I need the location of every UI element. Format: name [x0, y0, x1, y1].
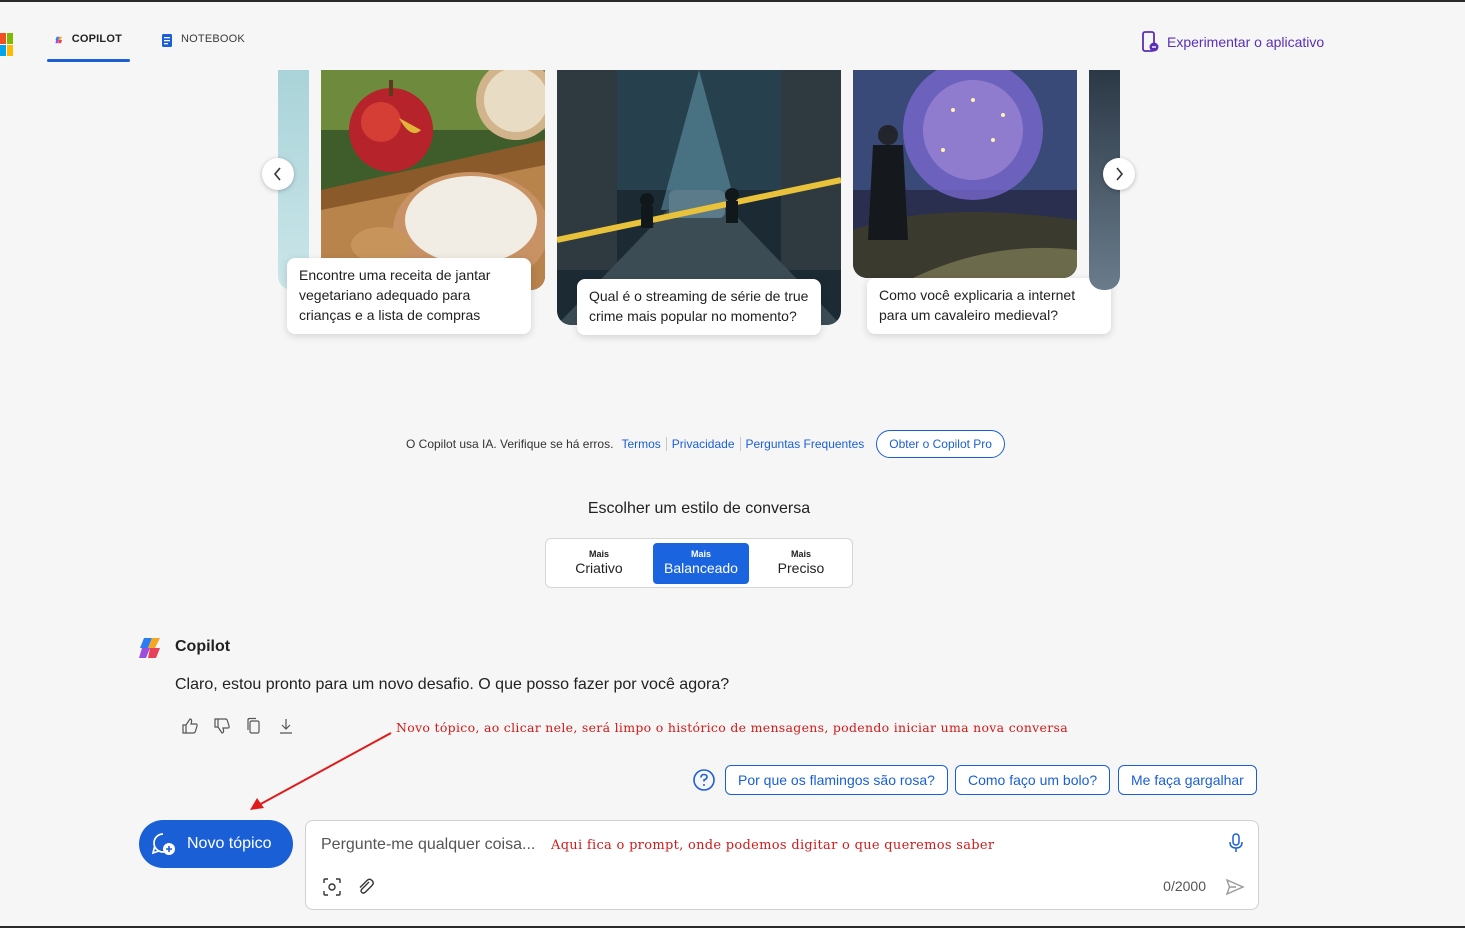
chevron-right-icon	[1116, 167, 1124, 181]
question-help-icon[interactable]	[692, 768, 716, 797]
privacy-link[interactable]: Privacidade	[667, 437, 740, 451]
attachment-icon[interactable]	[356, 877, 376, 902]
message-text: Claro, estou pronto para um novo desafio…	[175, 676, 730, 693]
style-creative-label: Criativo	[575, 560, 623, 576]
prompt-input[interactable]	[321, 833, 541, 857]
new-topic-button[interactable]: Novo tópico	[139, 820, 293, 868]
suggestion-chip[interactable]: Por que os flamingos são rosa?	[725, 765, 948, 795]
new-chat-icon	[151, 833, 175, 855]
chevron-left-icon	[273, 167, 281, 181]
carousel-card-3[interactable]: Como você explicaria a internet para um …	[867, 278, 1111, 334]
carousel-next-button[interactable]	[1103, 158, 1135, 190]
send-icon[interactable]	[1225, 878, 1245, 901]
try-app-label: Experimentar o aplicativo	[1167, 34, 1325, 50]
faq-link[interactable]: Perguntas Frequentes	[741, 437, 870, 451]
carousel-card-image-1[interactable]	[321, 70, 545, 290]
carousel-card-2-text: Qual é o streaming de série de true crim…	[589, 288, 809, 324]
annotation-prompt: Aqui fica o prompt, onde podemos digitar…	[551, 838, 995, 853]
carousel-card-1-text: Encontre uma receita de jantar vegetaria…	[299, 267, 491, 323]
notebook-icon	[162, 34, 172, 47]
disclaimer-text: O Copilot usa IA. Verifique se há erros.	[406, 437, 614, 451]
suggestion-carousel: Encontre uma receita de jantar vegetaria…	[278, 70, 1120, 350]
image-capture-icon[interactable]	[322, 877, 342, 902]
annotation-new-topic: Novo tópico, ao clicar nele, será limpo …	[396, 720, 1068, 735]
microsoft-logo-icon[interactable]	[0, 33, 14, 57]
suggestion-chip[interactable]: Me faça gargalhar	[1118, 765, 1257, 795]
carousel-prev-button[interactable]	[262, 158, 294, 190]
carousel-card-2[interactable]: Qual é o streaming de série de true crim…	[577, 279, 821, 335]
suggestion-chip[interactable]: Como faço um bolo?	[955, 765, 1111, 795]
tab-copilot-label: COPILOT	[71, 33, 122, 45]
conversation-style-title: Escolher um estilo de conversa	[587, 500, 811, 517]
style-creative-prefix: Mais	[588, 549, 609, 559]
carousel-card-image-3[interactable]	[853, 70, 1077, 278]
style-balanced-label: Balanceado	[664, 560, 738, 576]
window-top-border	[0, 0, 1465, 2]
microphone-icon[interactable]	[1228, 833, 1244, 858]
knight-globe-icon	[853, 70, 1077, 278]
style-balanced-prefix: Mais	[690, 549, 711, 559]
thumbs-down-icon[interactable]	[213, 716, 231, 736]
style-precise-prefix: Mais	[790, 549, 811, 559]
tab-copilot[interactable]: COPILOT	[47, 30, 130, 62]
style-creative-button[interactable]: Mais Criativo	[551, 543, 647, 584]
prompt-box: Aqui fica o prompt, onde podemos digitar…	[305, 820, 1259, 910]
thumbs-up-icon[interactable]	[181, 716, 199, 736]
terms-link[interactable]: Termos	[616, 437, 665, 451]
copilot-avatar-icon	[138, 636, 164, 665]
copilot-icon	[55, 36, 63, 44]
carousel-card-1[interactable]: Encontre uma receita de jantar vegetaria…	[287, 258, 531, 334]
phone-app-icon	[1142, 31, 1159, 52]
conversation-style-picker: Mais Criativo Mais Balanceado Mais Preci…	[545, 538, 853, 588]
style-balanced-button[interactable]: Mais Balanceado	[653, 543, 749, 584]
apple-rice-icon	[321, 70, 545, 290]
new-topic-label: Novo tópico	[187, 835, 272, 852]
character-count: 0/2000	[1163, 878, 1206, 894]
carousel-card-3-text: Como você explicaria a internet para um …	[879, 287, 1076, 323]
disclaimer-bar: O Copilot usa IA. Verifique se há erros.…	[406, 430, 1005, 458]
try-app-link[interactable]: Experimentar o aplicativo	[1141, 31, 1324, 53]
get-copilot-pro-button[interactable]: Obter o Copilot Pro	[876, 430, 1005, 458]
style-precise-label: Preciso	[777, 560, 825, 576]
message-sender: Copilot	[175, 638, 231, 655]
tab-notebook[interactable]: NOTEBOOK	[153, 30, 253, 62]
annotation-arrow-icon	[250, 732, 392, 810]
style-precise-button[interactable]: Mais Preciso	[753, 543, 849, 584]
tab-notebook-label: NOTEBOOK	[181, 33, 245, 45]
